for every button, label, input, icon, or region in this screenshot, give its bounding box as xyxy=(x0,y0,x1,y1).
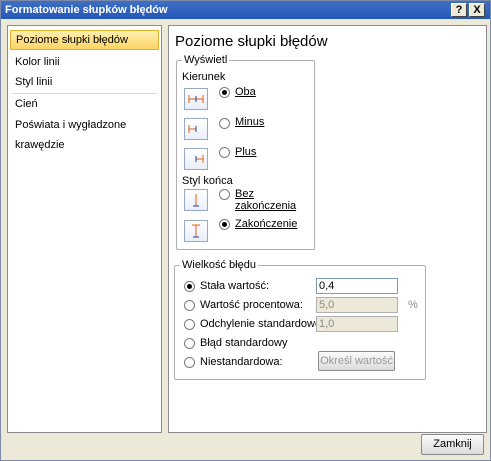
close-button[interactable]: Zamknij xyxy=(421,434,484,455)
custom-label: Niestandardowa: xyxy=(200,356,283,368)
nav-item-line-color[interactable]: Kolor linii xyxy=(10,52,159,72)
window-title: Formatowanie słupków błędów xyxy=(5,4,168,16)
fixed-value-label: Stała wartość: xyxy=(200,280,270,292)
close-window-button[interactable]: X xyxy=(469,3,485,17)
fixed-value-radio[interactable] xyxy=(184,281,195,292)
help-button[interactable]: ? xyxy=(451,3,467,17)
percentage-input[interactable]: 5,0 xyxy=(316,297,398,313)
no-cap-label: Bez zakończenia xyxy=(235,188,297,212)
settings-panel: Poziome słupki błędów Wyświetl Kierunek … xyxy=(168,25,487,433)
title-bar: Formatowanie słupków błędów ? X xyxy=(1,1,490,19)
nav-item-line-style[interactable]: Styl linii xyxy=(10,72,159,92)
percent-suffix: % xyxy=(408,299,418,311)
std-deviation-input[interactable]: 1,0 xyxy=(316,316,398,332)
std-error-label: Błąd standardowy xyxy=(200,337,288,349)
nav-item-glow-soft-edges[interactable]: Poświata i wygładzone krawędzie xyxy=(10,115,159,151)
no-cap-radio[interactable] xyxy=(219,189,230,200)
both-direction-icon xyxy=(184,88,208,110)
specify-value-button[interactable]: Określ wartość xyxy=(318,351,395,371)
page-title: Poziome słupki błędów xyxy=(175,33,328,50)
cap-icon xyxy=(184,220,208,242)
error-amount-group: Wielkość błędu Stała wartość: 0,4 Wartoś… xyxy=(174,259,426,380)
custom-radio[interactable] xyxy=(184,357,195,368)
std-error-radio[interactable] xyxy=(184,338,195,349)
nav-item-shadow[interactable]: Cień xyxy=(10,94,159,114)
format-error-bars-dialog: Formatowanie słupków błędów ? X Poziome … xyxy=(0,0,491,461)
category-list: Poziome słupki błędów Kolor linii Styl l… xyxy=(7,25,162,433)
std-deviation-radio[interactable] xyxy=(184,319,195,330)
std-deviation-label: Odchylenie standardowe: xyxy=(200,318,325,330)
direction-plus-radio[interactable] xyxy=(219,147,230,158)
direction-both-radio[interactable] xyxy=(219,87,230,98)
display-group: Wyświetl Kierunek Oba Minus Plus Styl ko… xyxy=(176,54,315,250)
error-amount-legend: Wielkość błędu xyxy=(180,259,258,271)
minus-direction-icon xyxy=(184,118,208,140)
cap-label: Zakończenie xyxy=(235,218,298,230)
percentage-radio[interactable] xyxy=(184,300,195,311)
cap-radio[interactable] xyxy=(219,219,230,230)
no-cap-icon xyxy=(184,189,208,211)
direction-minus-label: Minus xyxy=(235,116,265,128)
end-style-label: Styl końca xyxy=(182,175,233,187)
direction-label: Kierunek xyxy=(182,71,226,83)
direction-both-label: Oba xyxy=(235,86,256,98)
direction-minus-radio[interactable] xyxy=(219,118,230,129)
percentage-label: Wartość procentowa: xyxy=(200,299,303,311)
nav-item-horizontal-error-bars[interactable]: Poziome słupki błędów xyxy=(10,30,159,50)
direction-plus-label: Plus xyxy=(235,146,257,158)
display-legend: Wyświetl xyxy=(182,54,230,66)
fixed-value-input[interactable]: 0,4 xyxy=(316,278,398,294)
plus-direction-icon xyxy=(184,148,208,170)
